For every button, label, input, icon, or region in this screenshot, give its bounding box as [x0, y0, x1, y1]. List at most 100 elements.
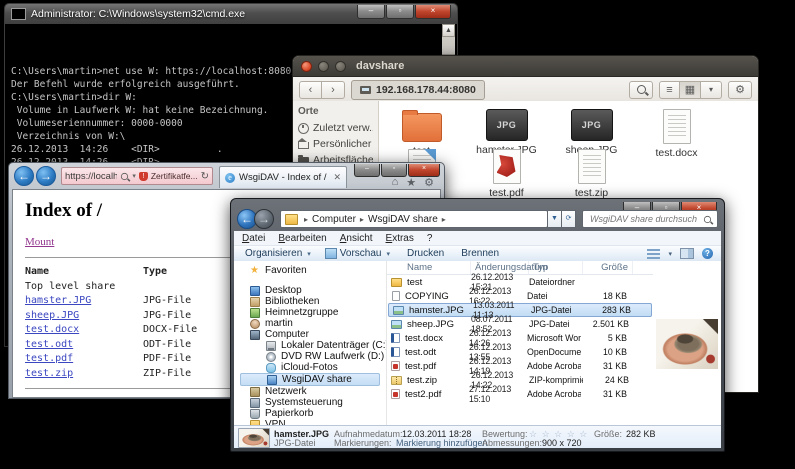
file-link[interactable]: test.odt: [25, 339, 73, 350]
file-row-icon: [391, 376, 402, 385]
files-minimize-button[interactable]: [318, 61, 329, 72]
browser-forward-button[interactable]: →: [36, 166, 56, 186]
address-dropdown-button[interactable]: ▼: [548, 210, 562, 228]
gear-menu-button[interactable]: ⚙: [728, 81, 752, 99]
explorer-forward-button[interactable]: →: [254, 209, 274, 229]
help-icon[interactable]: ?: [702, 248, 713, 259]
search-input[interactable]: [588, 213, 699, 225]
file-link[interactable]: sheep.JPG: [25, 310, 79, 321]
sidebar-tree-item[interactable]: Systemsteuerung: [240, 397, 386, 408]
breadcrumb-item[interactable]: Computer: [300, 214, 356, 225]
files-maximize-button[interactable]: [335, 61, 346, 72]
forward-button[interactable]: ›: [322, 81, 345, 99]
refresh-button[interactable]: ⟳: [562, 210, 576, 228]
browser-titlebar[interactable]: ← → https://localhost:8080/ ▾ ! Zertifik…: [9, 163, 444, 188]
cmd-close-button[interactable]: ×: [415, 5, 451, 19]
certificate-error-shield-icon: !: [139, 172, 148, 181]
tree-item-icon: [250, 308, 260, 318]
sidebar-tree-item[interactable]: Heimnetzgruppe: [240, 307, 386, 318]
sidebar-tree-item[interactable]: iCloud-Fotos: [240, 362, 386, 373]
menu-item[interactable]: ?: [427, 233, 433, 244]
breadcrumb-end-chevron[interactable]: [438, 214, 450, 225]
browser-minimize-button[interactable]: –: [354, 164, 380, 177]
file-row-type: ZIP-komprimierte...: [529, 375, 583, 385]
preview-pane-toggle-icon[interactable]: [680, 248, 694, 259]
sidebar-place-item[interactable]: Persönlicher ...: [298, 138, 373, 150]
cmd-minimize-button[interactable]: –: [357, 5, 385, 19]
sidebar-tree-item[interactable]: DVD RW Laufwerk (D:): [240, 351, 386, 362]
sidebar-tree-item[interactable]: Computer: [240, 329, 386, 340]
browser-back-button[interactable]: ←: [14, 166, 34, 186]
address-search-icon[interactable]: [121, 172, 128, 179]
view-options-chevron[interactable]: ▾: [701, 81, 722, 99]
sidebar-tree-item[interactable]: Bibliotheken: [240, 296, 386, 307]
toolbar-button[interactable]: Brennen: [458, 248, 499, 259]
scroll-up-icon[interactable]: ▲: [442, 24, 455, 37]
file-type: JPG-File: [143, 294, 235, 309]
search-button[interactable]: [629, 81, 653, 99]
breadcrumb-item[interactable]: WsgiDAV share: [356, 214, 438, 225]
file-row-icon: [392, 291, 400, 301]
files-toolbar: ‹ › 192.168.178.44:8080 ≡ ▦ ▾ ⚙: [293, 77, 758, 103]
tab-close-icon[interactable]: ✕: [333, 172, 341, 183]
toolbar-button[interactable]: Drucken: [404, 248, 444, 259]
file-link[interactable]: test.zip: [25, 368, 73, 379]
certificate-error-text[interactable]: Zertifikatfe...: [151, 171, 198, 181]
sidebar-tree-item[interactable]: Lokaler Datenträger (C:): [240, 340, 386, 351]
file-icon-item[interactable]: test.pdf: [464, 149, 549, 199]
toolbar-button[interactable]: Vorschau: [325, 248, 390, 259]
tree-item-icon: [250, 330, 260, 340]
favorites-star-icon[interactable]: ★: [406, 176, 416, 189]
refresh-icon[interactable]: ↻: [201, 171, 209, 182]
files-titlebar[interactable]: davshare: [293, 56, 758, 77]
address-dropdown-icon[interactable]: ▾: [132, 172, 136, 180]
sidebar-tree-item[interactable]: Netzwerk: [240, 386, 386, 397]
sidebar-place-item[interactable]: Zuletzt verw...: [298, 122, 373, 134]
address-bar[interactable]: https://localhost:8080/ ▾ ! Zertifikatfe…: [61, 167, 213, 185]
cmd-maximize-button[interactable]: ▫: [386, 5, 414, 19]
search-box[interactable]: [582, 210, 718, 228]
sidebar-tree-item[interactable]: martin: [240, 318, 386, 329]
file-row[interactable]: test2.pdf 27.12.2013 15:10 Adobe Acrobat…: [387, 387, 653, 401]
file-row-type: Dateiordner: [529, 277, 583, 287]
file-icon-item[interactable]: test.zip: [549, 149, 634, 199]
file-type-icon: [493, 149, 521, 184]
toolbar-button[interactable]: Organisieren: [242, 248, 311, 259]
url-text[interactable]: https://localhost:8080/: [65, 171, 117, 182]
file-link[interactable]: test.docx: [25, 324, 79, 335]
change-view-icon[interactable]: [647, 249, 660, 259]
grid-view-button[interactable]: ▦: [680, 81, 701, 99]
group-row-label: Top level share: [25, 280, 115, 295]
sidebar-tree-item[interactable]: Papierkorb: [240, 408, 386, 419]
file-row-icon: [393, 306, 404, 315]
sidebar-tree-item[interactable]: WsgiDAV share: [240, 373, 380, 386]
home-icon[interactable]: ⌂: [392, 176, 399, 189]
file-link[interactable]: hamster.JPG: [25, 295, 91, 306]
search-magnifier-icon: [704, 215, 711, 222]
tree-item-label: WsgiDAV share: [282, 374, 352, 385]
cmd-titlebar[interactable]: Administrator: C:\Windows\system32\cmd.e…: [5, 4, 457, 24]
menu-item[interactable]: Datei: [242, 233, 265, 244]
back-button[interactable]: ‹: [299, 81, 322, 99]
sidebar-tree-item[interactable]: Favoriten: [240, 265, 386, 276]
tree-item-label: DVD RW Laufwerk (D:): [281, 351, 384, 362]
location-button[interactable]: 192.168.178.44:8080: [351, 80, 485, 100]
browser-tab[interactable]: e WsgiDAV - Index of / ✕: [219, 166, 347, 188]
file-link[interactable]: test.pdf: [25, 353, 73, 364]
sidebar-tree-item[interactable]: Desktop: [240, 285, 386, 296]
menu-item[interactable]: Ansicht: [340, 233, 373, 244]
toolbar-button-icon: [325, 248, 337, 259]
column-size[interactable]: Größe: [583, 261, 633, 274]
file-icon-item[interactable]: test.docx: [634, 109, 719, 159]
files-close-button[interactable]: [301, 61, 312, 72]
tags-value[interactable]: Markierung hinzufügen: [396, 438, 488, 448]
settings-gear-icon[interactable]: ⚙: [424, 176, 434, 189]
list-view-button[interactable]: ≡: [659, 81, 680, 99]
mount-link[interactable]: Mount: [25, 236, 54, 248]
column-type[interactable]: Typ: [529, 261, 583, 274]
view-dropdown-chevron[interactable]: ▾: [668, 250, 672, 258]
breadcrumb[interactable]: ComputerWsgiDAV share: [280, 210, 548, 228]
column-name[interactable]: Name: [387, 261, 471, 274]
menu-item[interactable]: Extras: [386, 233, 414, 244]
menu-item[interactable]: Bearbeiten: [278, 233, 326, 244]
